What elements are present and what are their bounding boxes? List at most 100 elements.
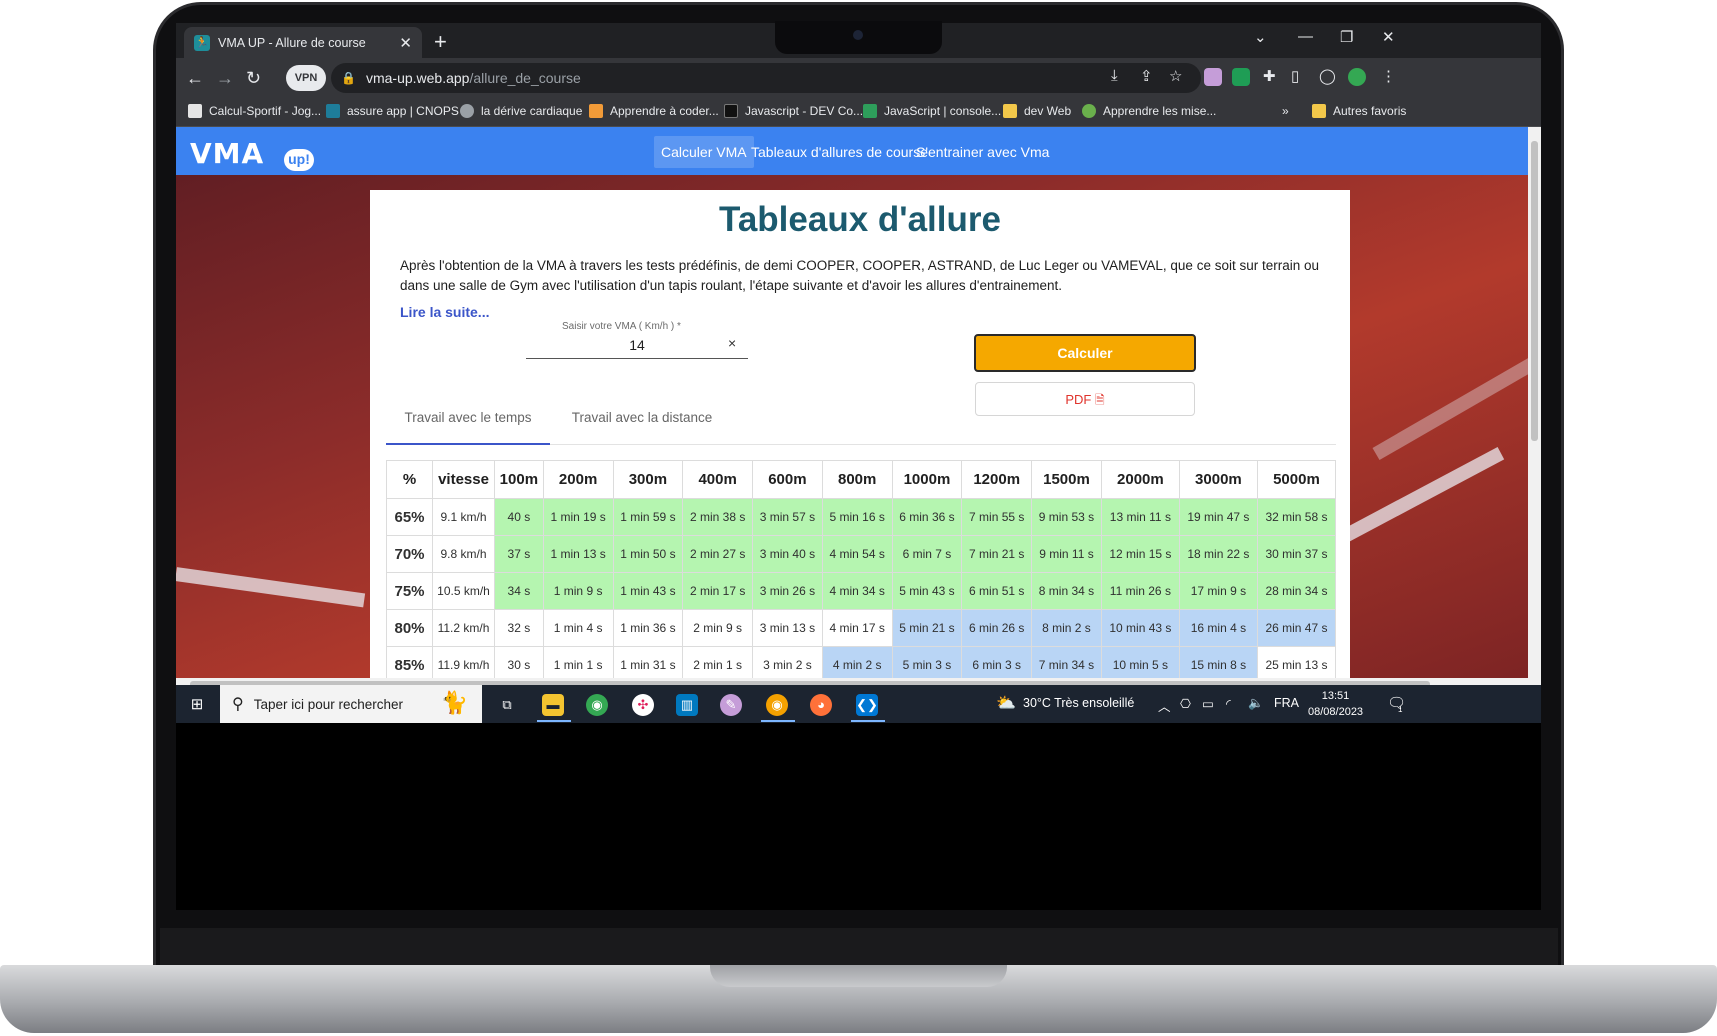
read-more-link[interactable]: Lire la suite... <box>400 304 489 320</box>
restore-icon[interactable]: ❐ <box>1340 28 1353 46</box>
pace-cell: 7 min 21 s <box>961 535 1033 573</box>
bookmark-item[interactable]: la dérive cardiaque <box>460 104 582 118</box>
vpn-badge-icon[interactable]: VPN <box>286 65 326 91</box>
trello-icon[interactable]: ▥ <box>676 694 698 716</box>
slack-icon[interactable]: ✣ <box>632 694 654 716</box>
menu-kebab-icon[interactable]: ⋮ <box>1381 67 1396 85</box>
address-bar[interactable]: 🔒 vma-up.web.app /allure_de_course <box>331 63 1201 93</box>
wifi-icon[interactable]: ◜ <box>1226 696 1231 711</box>
language-indicator[interactable]: FRA <box>1274 696 1299 710</box>
table-row: 70% 9.8 km/h 37 s1 min 13 s1 min 50 s2 min… <box>386 535 1337 573</box>
bookmark-item[interactable]: JavaScript | console... <box>863 104 1001 118</box>
tab-travail-temps[interactable]: Travail avec le temps <box>386 408 550 445</box>
notification-icon[interactable]: 🗨 <box>1387 694 1406 712</box>
pace-cell: 1 min 59 s <box>612 498 684 536</box>
table-row: 75% 10.5 km/h 34 s1 min 9 s1 min 43 s2 min… <box>386 572 1337 610</box>
weather-text[interactable]: 30°C Très ensoleillé <box>1023 696 1134 710</box>
profile-icon[interactable]: ◯ <box>1319 67 1336 85</box>
battery-icon[interactable]: ▭ <box>1202 696 1214 711</box>
close-window-icon[interactable]: ✕ <box>1382 28 1395 46</box>
new-tab-button[interactable]: + <box>434 29 447 55</box>
tab-title: VMA UP - Allure de course <box>218 35 366 50</box>
forward-icon[interactable]: → <box>216 68 234 89</box>
table-row: 65% 9.1 km/h 40 s1 min 19 s1 min 59 s2 min… <box>386 498 1337 536</box>
pace-cell: 6 min 26 s <box>961 609 1033 647</box>
calculer-button[interactable]: Calculer <box>974 334 1196 372</box>
bookmark-folder[interactable]: dev Web <box>1003 104 1071 118</box>
pace-cell: 1 min 50 s <box>612 535 684 573</box>
vma-input[interactable]: 14 <box>526 333 748 359</box>
pace-cell: 9 min 11 s <box>1031 535 1102 573</box>
shield-check-icon[interactable] <box>1348 68 1366 86</box>
pace-cell: 30 s <box>494 646 544 678</box>
pace-cell: 1 min 13 s <box>542 535 614 573</box>
task-view-icon[interactable]: ⧉ <box>496 694 518 716</box>
other-bookmarks-folder[interactable]: Autres favoris <box>1312 104 1406 118</box>
vscode-icon[interactable]: ❮❯ <box>856 694 878 716</box>
bookmarks-overflow-button[interactable]: » <box>1282 104 1289 118</box>
active-app-indicator <box>761 720 795 722</box>
bookmark-item[interactable]: Calcul-Sportif - Jog... <box>188 104 321 118</box>
volume-icon[interactable]: 🔈 <box>1248 696 1264 711</box>
meet-now-icon[interactable]: ⎔ <box>1180 696 1191 711</box>
vertical-scrollbar[interactable] <box>1528 127 1541 678</box>
extension-lock-icon[interactable] <box>1232 68 1250 86</box>
weather-sun-icon[interactable]: ⛅ <box>996 693 1016 713</box>
chrome-icon[interactable]: ◉ <box>586 694 608 716</box>
table-row: 85% 11.9 km/h 30 s1 min 1 s1 min 31 s2 min… <box>386 646 1337 678</box>
bookmark-item[interactable]: Javascript - DEV Co... <box>724 104 863 118</box>
tab-search-chevron-icon[interactable]: ⌄ <box>1254 28 1267 46</box>
tab-travail-distance[interactable]: Travail avec la distance <box>560 408 724 445</box>
column-header: 1200m <box>961 460 1033 499</box>
taskbar-search[interactable]: ⚲ Taper ici pour rechercher 🐈 <box>220 685 482 723</box>
extensions-puzzle-icon[interactable]: ✚ <box>1263 67 1276 85</box>
windows-start-icon[interactable]: ⊞ <box>186 694 208 716</box>
close-tab-icon[interactable]: ✕ <box>399 34 412 52</box>
camera-icon <box>853 30 863 40</box>
minimize-icon[interactable]: — <box>1298 28 1313 45</box>
install-icon[interactable]: ⤓ <box>1111 67 1118 84</box>
intro-text: Après l'obtention de la VMA à travers le… <box>400 258 1319 293</box>
extension-palette-icon[interactable] <box>1204 68 1222 86</box>
row-percent: 70% <box>386 535 433 573</box>
pace-cell: 11 min 26 s <box>1100 572 1180 610</box>
pace-cell: 7 min 34 s <box>1031 646 1102 678</box>
pace-cell: 2 min 9 s <box>682 609 754 647</box>
brave-chrome-icon[interactable]: ◉ <box>766 694 788 716</box>
mode-tabs: Travail avec le temps Travail avec la di… <box>386 408 1336 445</box>
pace-cell: 19 min 47 s <box>1178 498 1258 536</box>
column-header: 5000m <box>1256 460 1337 499</box>
back-icon[interactable]: ← <box>186 68 204 89</box>
paint-icon[interactable]: ✎ <box>720 694 742 716</box>
bookmark-item[interactable]: Apprendre à coder... <box>589 104 719 118</box>
row-speed: 9.1 km/h <box>432 498 495 536</box>
browser-tab[interactable]: 🏃 VMA UP - Allure de course ✕ <box>184 27 422 58</box>
nav-sentrainer[interactable]: S'entrainer avec Vma <box>909 136 1056 168</box>
firefox-icon[interactable]: ◕ <box>810 694 832 716</box>
pace-cell: 6 min 36 s <box>891 498 963 536</box>
share-icon[interactable]: ⇪ <box>1140 67 1153 85</box>
bookmark-item[interactable]: assure app | CNOPS <box>326 104 459 118</box>
bookmark-item[interactable]: Apprendre les mise... <box>1082 104 1216 118</box>
side-panel-icon[interactable]: ▯ <box>1291 67 1299 85</box>
folder-icon <box>1312 104 1326 118</box>
taskbar-clock[interactable]: 13:51 08/08/2023 <box>1308 688 1363 720</box>
file-explorer-icon[interactable]: ▬ <box>542 694 564 716</box>
pace-cell: 7 min 55 s <box>961 498 1033 536</box>
column-header: 1000m <box>891 460 963 499</box>
nav-calculer-vma[interactable]: Calculer VMA <box>654 136 754 168</box>
reload-icon[interactable]: ↻ <box>246 68 261 89</box>
pace-cell: 5 min 21 s <box>891 609 963 647</box>
pace-cell: 3 min 57 s <box>752 498 823 536</box>
tray-expand-icon[interactable]: ︿ <box>1158 696 1171 715</box>
pace-cell: 34 s <box>494 572 544 610</box>
search-placeholder: Taper ici pour rechercher <box>253 696 404 712</box>
clear-input-icon[interactable]: × <box>728 335 736 351</box>
notification-count: 1 <box>1398 705 1403 714</box>
star-icon[interactable]: ☆ <box>1169 67 1182 85</box>
pace-cell: 30 min 37 s <box>1256 535 1337 573</box>
column-header: 600m <box>752 460 823 499</box>
scrollbar-thumb[interactable] <box>1531 141 1538 441</box>
nav-tableaux-allures[interactable]: Tableaux d'allures de course <box>744 136 935 168</box>
site-logo[interactable]: VMA <box>190 137 264 170</box>
